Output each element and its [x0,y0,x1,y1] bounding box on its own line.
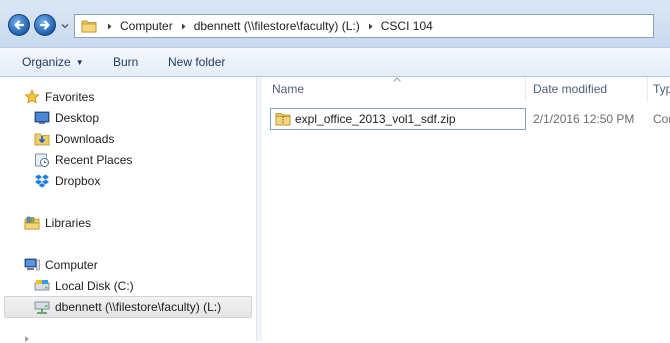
breadcrumb-current-folder[interactable]: CSCI 104 [377,15,437,37]
breadcrumb-separator-icon[interactable] [179,22,188,31]
breadcrumb-drive[interactable]: dbennett (\\filestore\faculty) (L:) [190,15,364,37]
nav-item-network-drive[interactable]: dbennett (\\filestore\faculty) (L:) [4,296,252,318]
nav-label: Downloads [55,132,115,146]
file-name: expl_office_2013_vol1_sdf.zip [295,112,456,126]
burn-label: Burn [113,55,139,69]
column-divider[interactable] [647,77,648,102]
forward-button[interactable] [34,14,56,36]
file-type: Com [653,112,670,126]
nav-item-local-disk[interactable]: Local Disk (C:) [34,277,134,295]
nav-item-downloads[interactable]: Downloads [34,130,114,148]
downloads-icon [34,133,50,146]
nav-label: Desktop [55,111,100,125]
dropbox-icon [35,174,49,188]
dropdown-caret-icon: ▼ [75,58,84,67]
new-folder-label: New folder [168,55,226,69]
breadcrumb-computer[interactable]: Computer [116,15,177,37]
libraries-icon [24,216,40,230]
nav-item-desktop[interactable]: Desktop [34,109,99,127]
column-header-date-modified[interactable]: Date modified [533,77,648,102]
nav-label: Computer [45,258,98,272]
organize-button[interactable]: Organize ▼ [22,54,84,70]
command-bar: Organize ▼ Burn New folder [0,47,670,77]
expand-arrow-icon[interactable] [23,335,31,343]
nav-label: Local Disk (C:) [55,279,134,293]
recent-places-icon [35,153,49,167]
file-date-modified: 2/1/2016 12:50 PM [533,112,635,126]
recent-pages-dropdown-icon[interactable] [60,21,70,31]
computer-icon [24,258,40,271]
breadcrumb-label: Computer [120,19,173,33]
column-divider[interactable] [525,77,526,102]
breadcrumb-label: dbennett (\\filestore\faculty) (L:) [193,19,360,33]
star-icon [24,89,40,104]
column-header-type[interactable]: Typ [653,77,670,102]
organize-label: Organize [22,55,71,69]
nav-libraries[interactable]: Libraries [24,214,91,232]
column-header-label: Typ [653,82,670,96]
nav-favorites[interactable]: Favorites [24,88,94,106]
new-folder-button[interactable]: New folder [168,54,225,70]
nav-label: dbennett (\\filestore\faculty) (L:) [55,300,222,314]
forward-arrow-icon [39,20,50,30]
navigation-pane: Favorites Desktop Downloads Recent Place… [0,77,256,343]
column-header-name[interactable]: Name [272,77,522,102]
nav-label: Libraries [45,216,92,230]
file-name-cell[interactable]: expl_office_2013_vol1_sdf.zip [270,108,526,130]
back-button[interactable] [8,14,30,36]
breadcrumb-label: CSCI 104 [380,19,433,33]
back-arrow-icon [14,20,25,30]
nav-label: Recent Places [55,153,133,167]
nav-label: Favorites [45,90,95,104]
file-list: Name Date modified Typ expl_office_2013_… [262,77,670,341]
nav-label: Dropbox [55,174,101,188]
desktop-icon [34,111,50,124]
nav-item-recent-places[interactable]: Recent Places [34,151,132,169]
column-header-label: Date modified [533,82,608,96]
breadcrumb-separator-icon[interactable] [366,22,375,31]
breadcrumb-separator-icon[interactable] [105,22,114,31]
zip-folder-icon [275,113,291,126]
local-disk-icon [34,280,50,291]
burn-button[interactable]: Burn [113,54,138,70]
folder-icon [81,20,97,33]
column-header-label: Name [272,82,305,96]
network-drive-icon [34,301,50,314]
nav-computer[interactable]: Computer [24,256,98,274]
file-row[interactable]: expl_office_2013_vol1_sdf.zip 2/1/2016 1… [270,108,670,130]
address-bar-region: Computer dbennett (\\filestore\faculty) … [0,0,670,47]
address-box[interactable]: Computer dbennett (\\filestore\faculty) … [74,14,654,38]
nav-item-dropbox[interactable]: Dropbox [34,172,100,190]
